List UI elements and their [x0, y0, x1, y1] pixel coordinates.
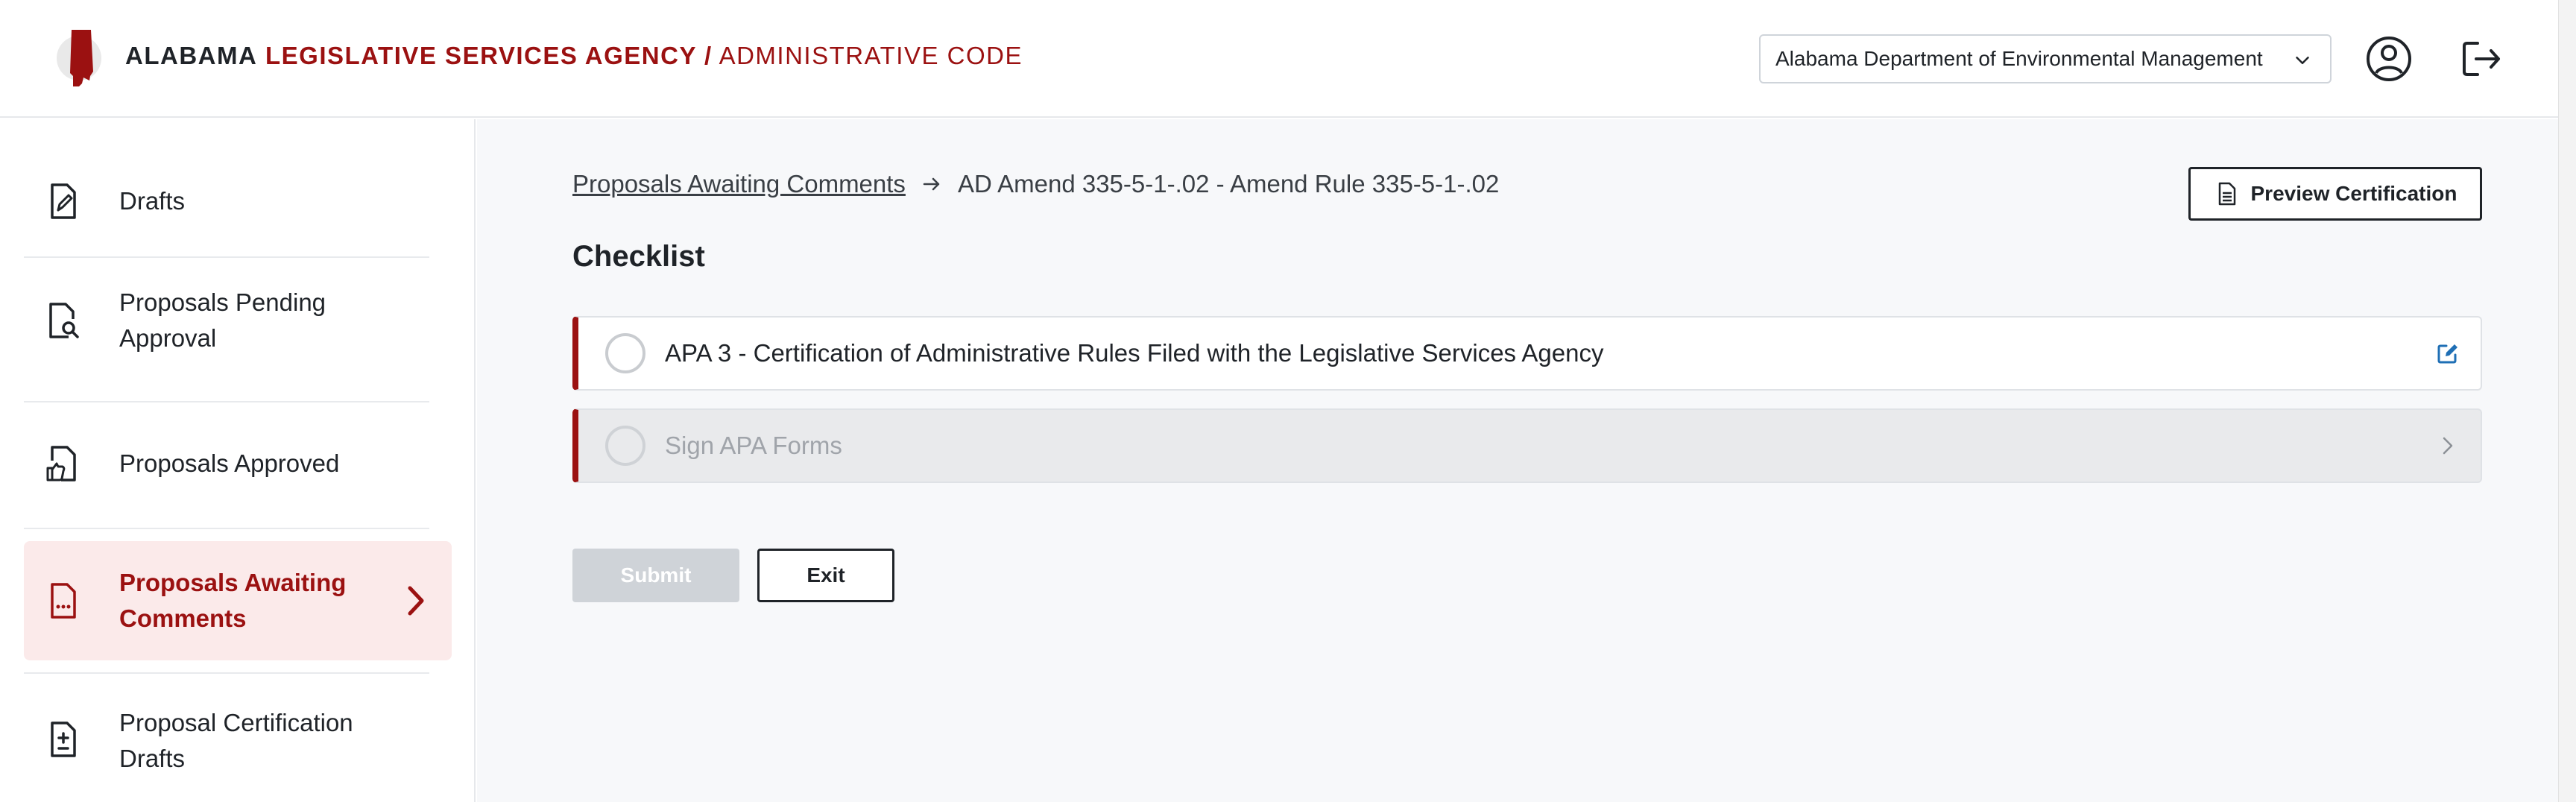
main-content: Proposals Awaiting Comments AD Amend 335…: [477, 119, 2558, 802]
document-search-icon: [49, 303, 79, 338]
checklist-title: Checklist: [572, 240, 705, 273]
checklist-status-circle: [605, 426, 645, 466]
sidebar-item-drafts[interactable]: Drafts: [24, 164, 452, 239]
sidebar-item-label: Proposals Approved: [119, 449, 340, 477]
sidebar-item-label: Proposals Pending Approval: [119, 288, 326, 352]
sidebar-divider: [24, 672, 429, 674]
checklist-item-apa3[interactable]: APA 3 - Certification of Administrative …: [572, 316, 2482, 391]
page-scrollbar[interactable]: [2558, 0, 2576, 802]
preview-certification-label: Preview Certification: [2250, 182, 2457, 205]
breadcrumb: Proposals Awaiting Comments AD Amend 335…: [572, 170, 1499, 198]
sidebar-nav: Drafts Proposals Pending Approval Propos…: [0, 119, 476, 802]
sidebar-item-proposal-certification-drafts[interactable]: Proposal Certification Drafts: [24, 683, 452, 795]
document-comment-icon: [51, 583, 76, 619]
brand-state: ALABAMA: [125, 42, 258, 69]
arrow-right-icon: [923, 177, 940, 191]
edit-icon[interactable]: [2436, 341, 2460, 365]
preview-certification-button[interactable]: Preview Certification: [2188, 167, 2482, 221]
user-circle-icon[interactable]: [2363, 33, 2415, 85]
app-header: ALABAMA LEGISLATIVE SERVICES AGENCY / AD…: [0, 0, 2558, 118]
sidebar-item-label: Proposals Awaiting Comments: [119, 569, 347, 632]
chevron-down-icon: [2296, 57, 2309, 64]
breadcrumb-current: AD Amend 335-5-1-.02 - Amend Rule 335-5-…: [957, 170, 1500, 198]
site-brand[interactable]: ALABAMA LEGISLATIVE SERVICES AGENCY / AD…: [125, 42, 1023, 70]
document-plus-minus-icon: [51, 722, 76, 757]
department-select[interactable]: Alabama Department of Environmental Mana…: [1759, 34, 2332, 83]
exit-button[interactable]: Exit: [757, 549, 894, 602]
checklist-item-label: APA 3 - Certification of Administrative …: [665, 339, 1604, 367]
sidebar-item-label: Drafts: [119, 187, 186, 215]
alabama-state-logo[interactable]: [57, 27, 112, 89]
brand-admin-code: ADMINISTRATIVE CODE: [719, 42, 1023, 69]
sidebar-item-proposals-awaiting-comments[interactable]: Proposals Awaiting Comments: [24, 541, 452, 660]
chevron-right-icon: [2443, 437, 2453, 455]
sidebar-item-label: Proposal Certification Drafts: [119, 709, 353, 772]
logout-icon[interactable]: [2455, 33, 2507, 85]
checklist-item-sign-apa-forms: Sign APA Forms: [572, 408, 2482, 483]
document-icon: [2218, 182, 2235, 206]
document-thumbs-up-icon: [46, 446, 76, 481]
sidebar-item-proposals-approved[interactable]: Proposals Approved: [24, 411, 452, 516]
submit-button[interactable]: Submit: [572, 549, 739, 602]
chevron-right-icon: [408, 586, 424, 616]
checklist-status-circle: [605, 333, 645, 373]
sidebar-item-proposals-pending-approval[interactable]: Proposals Pending Approval: [24, 265, 452, 377]
department-select-value: Alabama Department of Environmental Mana…: [1775, 47, 2263, 70]
sidebar-divider: [24, 401, 429, 402]
checklist-item-label: Sign APA Forms: [665, 432, 842, 459]
sidebar-divider: [24, 256, 429, 258]
document-edit-icon: [51, 183, 76, 219]
breadcrumb-link[interactable]: Proposals Awaiting Comments: [572, 170, 906, 198]
brand-agency: LEGISLATIVE SERVICES AGENCY /: [265, 42, 713, 69]
sidebar-divider: [24, 528, 429, 529]
